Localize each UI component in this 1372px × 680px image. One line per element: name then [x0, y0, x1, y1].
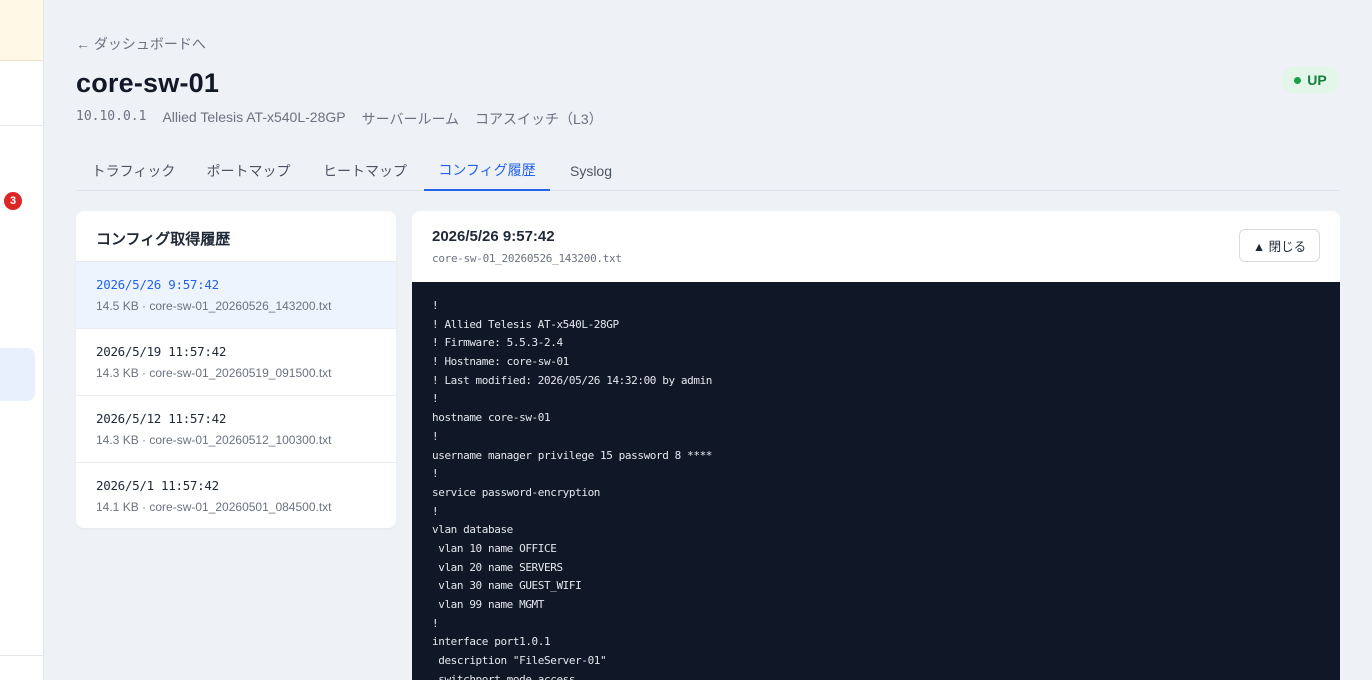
history-item-info: 14.5 KB · core-sw-01_20260526_143200.txt [96, 299, 332, 313]
config-line: vlan database [432, 523, 513, 537]
config-line: service password-encryption [432, 485, 601, 499]
sidebar-divider [0, 125, 43, 126]
config-viewer-header: 2026/5/26 9:57:42 core-sw-01_20260526_14… [412, 211, 1340, 282]
sidebar-divider [0, 655, 43, 656]
config-line: vlan 99 name MGMT [432, 598, 545, 611]
config-line: ! Hostname: core-sw-01 [432, 355, 569, 369]
config-line: ! [432, 467, 439, 481]
config-history-panel: コンフィグ取得履歴 2026/5/26 9:57:42 14.5 KB · co… [76, 211, 396, 528]
history-item-date: 2026/5/12 11:57:42 [96, 411, 227, 426]
status-badge: UP [1281, 66, 1340, 94]
config-line: ! [432, 299, 439, 312]
config-line: switchport mode access [432, 672, 576, 680]
config-line: ! Last modified: 2026/05/26 14:32:00 by … [432, 373, 713, 387]
config-line: ! [432, 504, 439, 518]
history-item-date: 2026/5/1 11:57:42 [96, 478, 219, 493]
history-item[interactable]: 2026/5/19 11:57:42 14.3 KB · core-sw-01_… [76, 329, 396, 396]
history-item-info: 14.1 KB · core-sw-01_20260501_084500.txt [96, 500, 332, 514]
config-line: vlan 10 name OFFICE [432, 541, 557, 555]
config-code-block[interactable]: ! ! Allied Telesis AT-x540L-28GP ! Firmwar… [412, 282, 1340, 680]
history-item-info: 14.3 KB · core-sw-01_20260512_100300.txt [96, 433, 332, 447]
config-line: vlan 20 name SERVERS [432, 560, 563, 574]
sidebar-item-active[interactable] [0, 348, 35, 401]
history-item[interactable]: 2026/5/1 11:57:42 14.1 KB · core-sw-01_2… [76, 463, 396, 528]
back-to-dashboard-link[interactable]: ← ダッシュボードへ [76, 34, 206, 54]
config-line: ! Allied Telesis AT-x540L-28GP [432, 317, 619, 331]
history-item-date: 2026/5/19 11:57:42 [96, 344, 227, 359]
tab-port-map[interactable]: ポートマップ [191, 150, 306, 191]
tab-config-history[interactable]: コンフィグ履歴 [424, 150, 550, 191]
config-line: ! [432, 392, 439, 406]
config-history-title: コンフィグ取得履歴 [76, 211, 396, 262]
config-line: username manager privilege 15 password 8… [432, 448, 713, 462]
tab-traffic[interactable]: トラフィック [76, 150, 191, 191]
status-dot-icon [1294, 76, 1302, 84]
sidebar: 3 [0, 0, 44, 680]
config-line: description "FileServer-01" [432, 654, 607, 668]
device-model: Allied Telesis AT-x540L-28GP [162, 109, 346, 125]
config-line: ! [432, 429, 439, 443]
sidebar-header [0, 0, 43, 61]
history-item-info: 14.3 KB · core-sw-01_20260519_091500.txt [96, 366, 332, 380]
config-line: ! Firmware: 5.5.3-2.4 [432, 336, 563, 350]
tab-syslog[interactable]: Syslog [550, 150, 632, 191]
config-viewer-filename: core-sw-01_20260526_143200.txt [432, 252, 622, 265]
config-viewer: 2026/5/26 9:57:42 core-sw-01_20260526_14… [412, 211, 1340, 680]
status-label: UP [1307, 72, 1327, 88]
config-line: interface port1.0.1 [432, 635, 551, 649]
history-item[interactable]: 2026/5/26 9:57:42 14.5 KB · core-sw-01_2… [76, 262, 396, 329]
device-location: サーバールーム [361, 111, 460, 127]
tab-heatmap[interactable]: ヒートマップ [308, 150, 422, 191]
device-role: コアスイッチ（L3） [475, 111, 603, 127]
history-item-date: 2026/5/26 9:57:42 [96, 277, 219, 292]
history-item[interactable]: 2026/5/12 11:57:42 14.3 KB · core-sw-01_… [76, 396, 396, 463]
tab-bar: トラフィック ポートマップ ヒートマップ コンフィグ履歴 Syslog [76, 150, 1340, 191]
page-title: core-sw-01 [76, 68, 220, 98]
notification-badge[interactable]: 3 [4, 192, 22, 210]
config-viewer-date: 2026/5/26 9:57:42 [432, 228, 555, 245]
config-line: ! [432, 616, 439, 630]
config-line: vlan 30 name GUEST_WIFI [432, 579, 582, 593]
close-button[interactable]: ▲ 閉じる [1239, 229, 1320, 262]
device-meta: 10.10.0.1 Allied Telesis AT-x540L-28GP サ… [76, 109, 603, 129]
config-line: hostname core-sw-01 [432, 411, 551, 425]
device-ip: 10.10.0.1 [76, 109, 147, 124]
